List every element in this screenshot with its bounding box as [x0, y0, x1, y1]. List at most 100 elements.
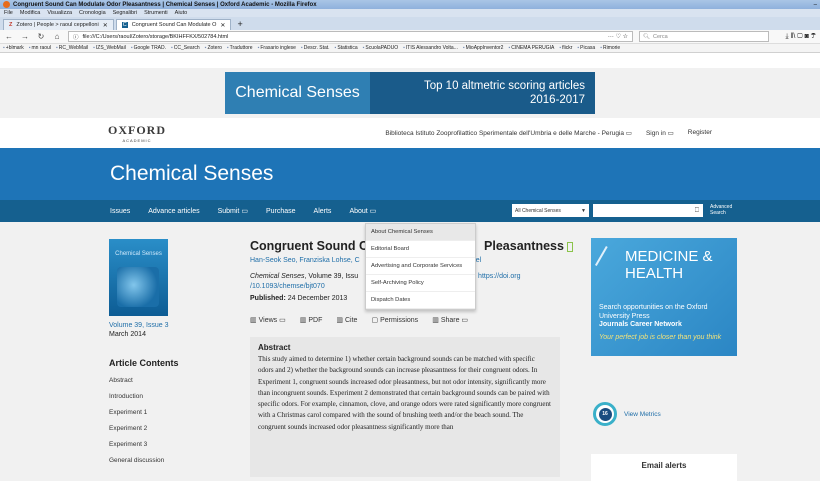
- menu-history[interactable]: Cronologia: [79, 10, 106, 16]
- bookmark-item[interactable]: +blmark: [3, 45, 24, 51]
- page-actions-icon[interactable]: ··· ♡ ☆: [608, 33, 628, 40]
- menu-item-self-archiving[interactable]: Self-Archiving Policy: [366, 275, 475, 292]
- bookmark-item[interactable]: Traduttore: [227, 45, 253, 51]
- select-value: All Chemical Senses: [515, 207, 561, 214]
- institution-link[interactable]: Biblioteca Istituto Zooprofilattico Sper…: [385, 129, 632, 137]
- nav-advance-articles[interactable]: Advance articles: [148, 208, 199, 215]
- view-metrics-link[interactable]: View Metrics: [624, 411, 661, 418]
- contents-item[interactable]: Experiment 3: [109, 441, 209, 448]
- menu-help[interactable]: Aiuto: [175, 10, 188, 16]
- back-icon[interactable]: ←: [4, 32, 14, 41]
- chevron-down-icon: ▼: [581, 207, 586, 214]
- bookmark-item[interactable]: MioAppInventor2: [463, 45, 504, 51]
- bookmark-item[interactable]: flickr: [559, 45, 572, 51]
- bookmark-item[interactable]: Picasa: [577, 45, 595, 51]
- contents-item[interactable]: Experiment 2: [109, 425, 209, 432]
- reload-icon[interactable]: ↻: [36, 32, 46, 41]
- altmetric-score: 16: [598, 407, 612, 421]
- menu-tools[interactable]: Strumenti: [144, 10, 168, 16]
- share-label: Share ▭: [440, 317, 469, 324]
- nav-submit[interactable]: Submit ▭: [218, 207, 248, 215]
- bookmark-item[interactable]: Descr. Stat.: [301, 45, 330, 51]
- banner-line2: 2016-2017: [530, 94, 585, 106]
- bookmark-item[interactable]: Zotero: [205, 45, 221, 51]
- contents-item[interactable]: Introduction: [109, 393, 209, 400]
- nav-purchase[interactable]: Purchase: [266, 208, 296, 215]
- contents-item[interactable]: General discussion: [109, 457, 209, 464]
- about-dropdown-menu: About Chemical Senses Editorial Board Ad…: [365, 223, 476, 310]
- nav-issues[interactable]: Issues: [110, 208, 130, 215]
- bookmark-item[interactable]: mn raoul: [29, 45, 51, 51]
- doi-link-continued[interactable]: /10.1093/chemse/bjt070: [250, 283, 325, 290]
- home-icon[interactable]: ⌂: [52, 32, 62, 41]
- journal-title[interactable]: Chemical Senses: [110, 162, 273, 186]
- views-button[interactable]: ▥ Views ▭: [250, 316, 286, 324]
- journal-title-banner: Chemical Senses: [0, 148, 820, 200]
- career-network-ad[interactable]: MEDICINE & HEALTH Search opportunities o…: [591, 238, 737, 356]
- cite-icon: ▥: [336, 317, 343, 324]
- menu-item-about-journal[interactable]: About Chemical Senses: [366, 224, 475, 241]
- sign-in-link[interactable]: Sign in ▭: [646, 129, 674, 137]
- oxford-academic-logo[interactable]: OXFORD ACADEMIC: [108, 123, 166, 143]
- bookmark-item[interactable]: Google TRAD.: [131, 45, 166, 51]
- bookmark-item[interactable]: CINEMA PERUGIA: [508, 45, 554, 51]
- menu-item-advertising[interactable]: Advertising and Corporate Services: [366, 258, 475, 275]
- banner-line1: Top 10 altmetric scoring articles: [423, 80, 585, 92]
- browser-search-input[interactable]: 🔍︎ Cerca: [639, 31, 769, 42]
- contents-item[interactable]: Abstract: [109, 377, 209, 384]
- nav-alerts[interactable]: Alerts: [314, 208, 332, 215]
- menu-view[interactable]: Visualizza: [47, 10, 72, 16]
- doi-link[interactable]: , https://doi.org: [474, 273, 520, 280]
- search-icon[interactable]: ⎕: [695, 207, 699, 215]
- close-icon[interactable]: ✕: [220, 22, 225, 29]
- authors-end[interactable]: el: [476, 257, 481, 264]
- advanced-search-link[interactable]: Advanced Search: [710, 204, 740, 216]
- close-icon[interactable]: ✕: [103, 22, 108, 29]
- bookmark-item[interactable]: ITIS Alessandro Volta...: [403, 45, 458, 51]
- register-link[interactable]: Register: [688, 129, 712, 137]
- cite-volume: , Volume 39, Issu: [304, 273, 359, 280]
- tab-zotero[interactable]: Z Zotero | People > raoul ceppelloni ✕: [3, 19, 114, 30]
- abstract-text: This study aimed to determine 1) whether…: [258, 355, 551, 431]
- cite-button[interactable]: ▥ Cite: [336, 316, 357, 324]
- chemical-senses-icon: C: [121, 22, 128, 28]
- altmetric-widget[interactable]: 16 View Metrics: [593, 402, 737, 426]
- altmetric-banner[interactable]: Chemical Senses Top 10 altmetric scoring…: [225, 72, 595, 114]
- bookmark-item[interactable]: RC_WebMail: [56, 45, 88, 51]
- search-placeholder: Cerca: [652, 33, 668, 40]
- new-tab-button[interactable]: +: [237, 19, 242, 30]
- url-bar[interactable]: ⓘ file:///C:/Users/raoul/Zotero/storage/…: [68, 31, 633, 42]
- menu-item-dispatch-dates[interactable]: Dispatch Dates: [366, 292, 475, 309]
- permissions-button[interactable]: ▢ Permissions: [371, 316, 418, 324]
- menu-bookmarks[interactable]: Segnalibri: [113, 10, 137, 16]
- forward-icon[interactable]: →: [20, 32, 30, 41]
- bookmark-item[interactable]: IZS_WebMail: [93, 45, 126, 51]
- tab-article[interactable]: C Congruent Sound Can Modulate O ✕: [115, 19, 232, 30]
- published-label: Published:: [250, 295, 286, 302]
- bookmark-item[interactable]: Rimorie: [600, 45, 620, 51]
- nav-about[interactable]: About ▭: [349, 207, 376, 215]
- contents-item[interactable]: Experiment 1: [109, 409, 209, 416]
- tab-label: Zotero | People > raoul ceppelloni: [16, 22, 99, 28]
- email-alerts-heading: Email alerts: [641, 461, 687, 470]
- menu-edit[interactable]: Modifica: [20, 10, 40, 16]
- abstract-section: Abstract This study aimed to determine 1…: [250, 337, 560, 477]
- menu-item-editorial-board[interactable]: Editorial Board: [366, 241, 475, 258]
- views-icon: ▥: [250, 317, 257, 324]
- bookmark-item[interactable]: Statistica: [335, 45, 357, 51]
- altmetric-badge-icon[interactable]: 16: [593, 402, 617, 426]
- journal-scope-select[interactable]: All Chemical Senses ▼: [512, 204, 589, 217]
- menu-file[interactable]: File: [4, 10, 13, 16]
- issue-link[interactable]: Volume 39, Issue 3: [109, 322, 209, 329]
- minimize-button[interactable]: –: [814, 2, 817, 8]
- share-button[interactable]: ▥ Share ▭: [432, 316, 468, 324]
- bookmark-item[interactable]: ScuolaPADUO: [363, 45, 398, 51]
- authors-start[interactable]: Han-Seok Seo, Franziska Lohse, C: [250, 257, 360, 264]
- pdf-button[interactable]: ▥ PDF: [300, 316, 323, 324]
- toolbar-icons[interactable]: ⤓ ‖\ ▢ ◙ ☂: [785, 33, 816, 41]
- journal-search-input[interactable]: ⎕: [593, 204, 703, 217]
- info-icon[interactable]: ⓘ: [73, 33, 79, 41]
- bookmark-item[interactable]: CC_Search: [171, 45, 200, 51]
- bookmark-item[interactable]: Frasario inglese: [258, 45, 296, 51]
- journal-cover-image[interactable]: Chemical Senses: [109, 239, 168, 316]
